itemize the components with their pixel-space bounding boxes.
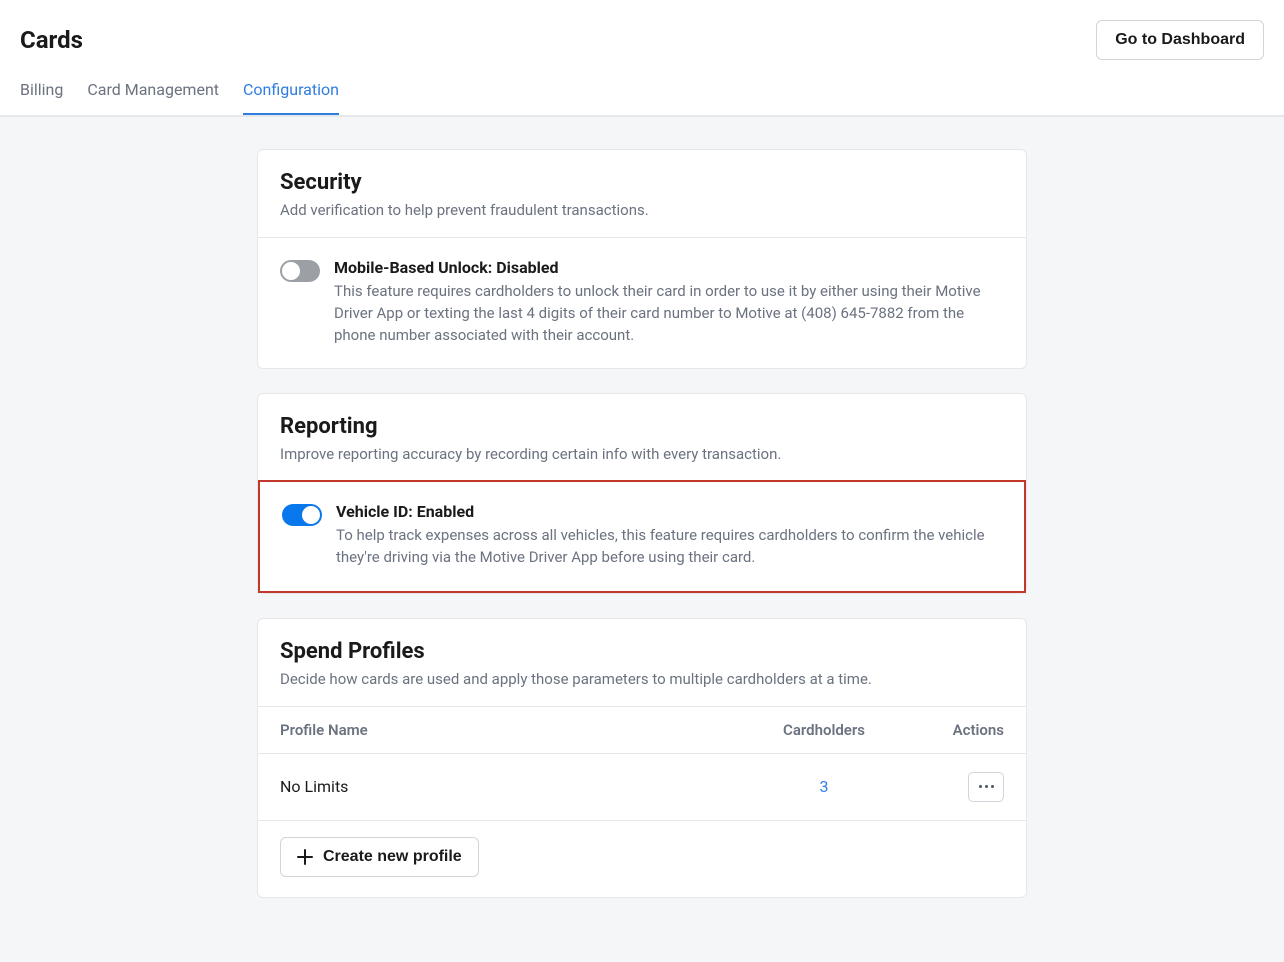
spend-profiles-card: Spend Profiles Decide how cards are used… <box>257 618 1027 898</box>
tab-card-management[interactable]: Card Management <box>87 80 219 115</box>
row-actions-button[interactable] <box>968 772 1004 802</box>
vehicle-id-title: Vehicle ID: Enabled <box>336 502 1002 521</box>
mobile-unlock-desc: This feature requires cardholders to unl… <box>334 281 1004 346</box>
table-row: No Limits 3 <box>258 754 1026 821</box>
col-profile-name: Profile Name <box>280 721 744 739</box>
create-profile-label: Create new profile <box>323 848 462 866</box>
cardholders-link[interactable]: 3 <box>744 777 904 796</box>
tab-configuration[interactable]: Configuration <box>243 80 339 115</box>
reporting-title: Reporting <box>280 414 1004 439</box>
reporting-subtitle: Improve reporting accuracy by recording … <box>280 445 1004 463</box>
spend-title: Spend Profiles <box>280 639 1004 664</box>
vehicle-id-row: Vehicle ID: Enabled To help track expens… <box>260 482 1024 591</box>
security-card: Security Add verification to help preven… <box>257 149 1027 369</box>
mobile-unlock-title: Mobile-Based Unlock: Disabled <box>334 258 1004 277</box>
page-title: Cards <box>20 26 83 54</box>
more-icon <box>979 785 994 788</box>
reporting-card: Reporting Improve reporting accuracy by … <box>257 393 1027 594</box>
vehicle-id-toggle[interactable] <box>282 504 322 526</box>
tab-billing[interactable]: Billing <box>20 80 63 115</box>
create-profile-button[interactable]: Create new profile <box>280 837 479 877</box>
mobile-unlock-toggle[interactable] <box>280 260 320 282</box>
mobile-unlock-row: Mobile-Based Unlock: Disabled This featu… <box>258 238 1026 368</box>
plus-icon <box>297 849 313 865</box>
tabs-nav: Billing Card Management Configuration <box>0 60 1284 116</box>
go-to-dashboard-button[interactable]: Go to Dashboard <box>1096 20 1264 60</box>
col-cardholders: Cardholders <box>744 721 904 739</box>
toggle-knob <box>302 506 320 524</box>
toggle-knob <box>282 262 300 280</box>
col-actions: Actions <box>904 721 1004 739</box>
spend-table-head: Profile Name Cardholders Actions <box>258 706 1026 754</box>
vehicle-id-desc: To help track expenses across all vehicl… <box>336 525 1002 569</box>
security-subtitle: Add verification to help prevent fraudul… <box>280 201 1004 219</box>
profile-name-cell: No Limits <box>280 777 744 796</box>
vehicle-id-highlight: Vehicle ID: Enabled To help track expens… <box>258 480 1026 593</box>
spend-subtitle: Decide how cards are used and apply thos… <box>280 670 1004 688</box>
security-title: Security <box>280 170 1004 195</box>
